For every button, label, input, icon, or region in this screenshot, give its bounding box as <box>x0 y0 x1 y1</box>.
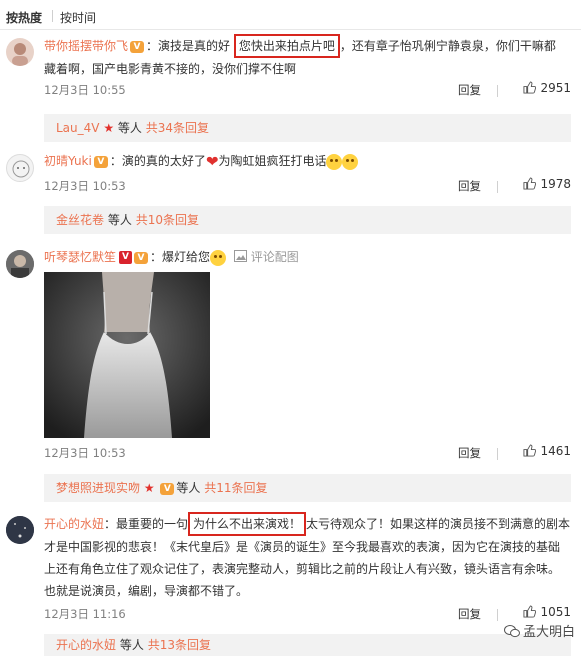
sort-bar: 按热度 按时间 <box>0 0 581 30</box>
like-count: 2951 <box>540 81 571 95</box>
highlighted-phrase: 您快出来拍点片吧 <box>233 34 340 58</box>
username[interactable]: 初晴Yuki <box>44 154 92 168</box>
subreply-text: 等人 <box>107 213 132 227</box>
comment-item: 听琴瑟忆默笙 V V ：爆灯给您 评论配图 12月3日 10:53 回复 146… <box>0 246 581 502</box>
vip-badge-icon: V <box>134 251 149 264</box>
avatar-image <box>12 160 30 178</box>
avatar-image <box>6 250 34 278</box>
meta-divider <box>497 448 498 460</box>
comment-text-line2: 藏着啊，国产电影青黄不接的，没你们撑不住啊 <box>44 62 297 76</box>
subreply-count[interactable]: 共11条回复 <box>204 481 267 495</box>
avatar-image <box>6 516 34 544</box>
timestamp: 12月3日 11:16 <box>44 607 126 621</box>
tab-sort-hot[interactable]: 按热度 <box>6 9 42 26</box>
star-badge-icon: ★ <box>140 481 159 495</box>
comment-meta: 12月3日 10:53 回复 1978 <box>44 177 571 196</box>
like-count: 1051 <box>540 605 571 619</box>
thumb-up-icon <box>523 81 537 94</box>
view-image-link[interactable]: 评论配图 <box>251 250 299 264</box>
username[interactable]: 带你摇摆带你飞 <box>44 39 128 53</box>
timestamp: 12月3日 10:53 <box>44 446 126 460</box>
vip-badge-icon: V <box>93 155 108 168</box>
meta-divider <box>497 181 498 193</box>
subreply-text: 等人 <box>117 121 142 135</box>
subreply-user[interactable]: 开心的水妞 <box>56 638 116 652</box>
comment-meta: 12月3日 10:53 回复 1461 <box>44 444 571 463</box>
thumb-up-icon <box>523 605 537 618</box>
subreply-user[interactable]: Lau_4V <box>56 121 100 135</box>
timestamp: 12月3日 10:55 <box>44 83 126 97</box>
emoji-icon <box>326 153 343 170</box>
subreply-user[interactable]: 梦想照进现实吻 <box>56 481 140 495</box>
reply-button[interactable]: 回复 <box>458 82 481 98</box>
subreply-count[interactable]: 共10条回复 <box>136 213 199 227</box>
like-button[interactable]: 1978 <box>523 177 571 191</box>
image-icon <box>233 250 247 262</box>
comment-text-line4: 也就是说演员，编剧，导演都不错了。 <box>44 584 249 598</box>
subreply-text: 等人 <box>119 638 144 652</box>
like-button[interactable]: 1461 <box>523 444 571 458</box>
comment-text: ：演技是真的好 <box>146 39 231 53</box>
vip-badge-icon: V <box>130 40 145 53</box>
comment-image[interactable] <box>44 272 210 438</box>
emoji-icon <box>342 153 359 170</box>
tab-sort-time[interactable]: 按时间 <box>60 9 96 26</box>
meta-divider <box>497 609 498 621</box>
meta-divider <box>497 85 498 97</box>
reply-button[interactable]: 回复 <box>458 445 481 461</box>
subreply-summary[interactable]: 金丝花卷 等人 共10条回复 <box>44 206 571 234</box>
photo-graphic <box>44 272 210 438</box>
subreply-count[interactable]: 共13条回复 <box>148 638 211 652</box>
avatar[interactable] <box>6 250 34 278</box>
avatar-image <box>12 43 28 66</box>
subreply-summary[interactable]: 梦想照进现实吻 ★ V 等人 共11条回复 <box>44 474 571 502</box>
subreply-count[interactable]: 共34条回复 <box>146 121 209 135</box>
reply-button[interactable]: 回复 <box>458 606 481 622</box>
subreply-user[interactable]: 金丝花卷 <box>56 213 104 227</box>
comment-text: ：爆灯给您 <box>150 250 211 264</box>
like-button[interactable]: 1051 <box>523 605 571 619</box>
watermark: 孟大明白 <box>503 621 575 640</box>
comment-text: ：演的真的太好了 <box>109 154 206 168</box>
thumb-up-icon <box>523 177 537 190</box>
subreply-text: 等人 <box>176 481 201 495</box>
comment-text-cont: 为陶虹姐疯狂打电话 <box>218 154 327 168</box>
avatar[interactable] <box>6 516 34 544</box>
username[interactable]: 听琴瑟忆默笙 <box>44 250 116 264</box>
comment-item: 初晴Yuki V ：演的真的太好了❤为陶虹姐疯狂打电话 12月3日 10:53 回复… <box>0 150 581 236</box>
username[interactable]: 开心的水妞 <box>44 517 104 531</box>
comment-meta: 12月3日 10:55 回复 2951 <box>44 81 571 100</box>
verified-badge-icon: V <box>119 251 133 264</box>
like-count: 1978 <box>540 177 571 191</box>
avatar[interactable] <box>6 38 34 66</box>
comment-meta: 12月3日 11:16 回复 1051 <box>44 605 571 624</box>
watermark-text: 孟大明白 <box>522 625 575 640</box>
highlighted-phrase: 为什么不出来演戏！ <box>188 512 307 536</box>
comment-text-cont: ，还有章子怡巩俐宁静袁泉，你们干嘛都 <box>339 39 556 53</box>
emoji-icon <box>210 249 227 266</box>
like-button[interactable]: 2951 <box>523 81 571 95</box>
timestamp: 12月3日 10:53 <box>44 179 126 193</box>
subreply-summary[interactable]: 开心的水妞 等人 共13条回复 <box>44 634 571 656</box>
subreply-summary[interactable]: Lau_4V ★ 等人 共34条回复 <box>44 114 571 142</box>
reply-button[interactable]: 回复 <box>458 178 481 194</box>
avatar[interactable] <box>6 154 34 182</box>
thumb-up-icon <box>523 444 537 457</box>
star-badge-icon: ★ <box>99 121 118 135</box>
tab-divider <box>52 10 53 22</box>
comment-item: 带你摇摆带你飞 V ：演技是真的好 您快出来拍点片吧 ，还有章子怡巩俐宁静袁泉，你们干… <box>0 34 581 144</box>
vip-badge-icon: V <box>160 482 175 495</box>
comment-item: 开心的水妞：最重要的一句 为什么不出来演戏！ 太亏待观众了！如果这样的演员接不到满意… <box>0 512 581 656</box>
wechat-icon <box>503 625 520 638</box>
like-count: 1461 <box>540 444 571 458</box>
comment-text-cont: 太亏待观众了！如果这样的演员接不到满意的剧本 <box>306 517 571 531</box>
comment-text: ：最重要的一句 <box>104 517 189 531</box>
heart-emoji-icon: ❤ <box>205 152 219 171</box>
comment-text-line2: 才是中国影视的悲哀！《末代皇后》是《演员的诞生》至今我最喜欢的表演，因为它在演技… <box>44 540 561 554</box>
comment-text-line3: 上还有角色立住了观众记住了，表演完整动人，剪辑比之前的片段让人有兴致，镜头语言有… <box>44 562 561 576</box>
